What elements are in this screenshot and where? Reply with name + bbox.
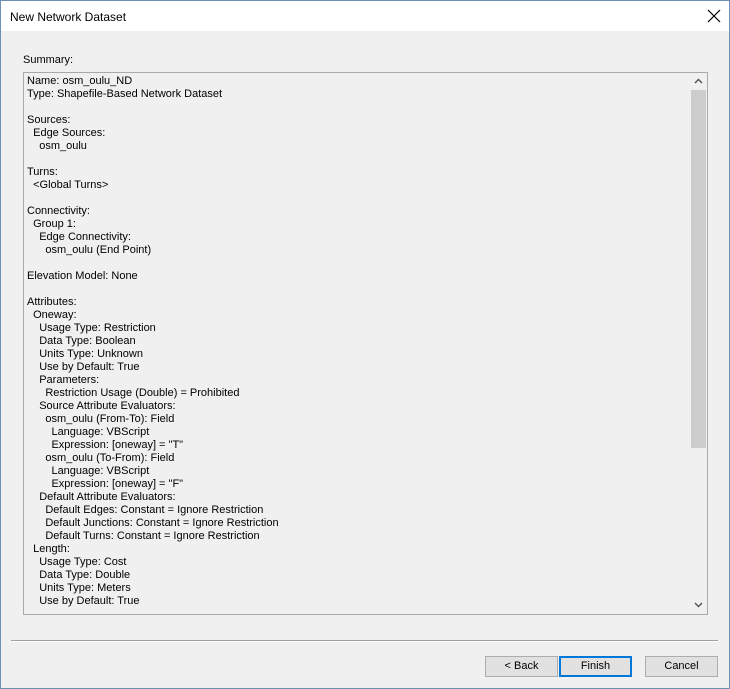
title-bar[interactable]: New Network Dataset xyxy=(1,1,729,31)
summary-line: osm_oulu (From-To): Field xyxy=(27,413,175,425)
summary-line: Edge Sources: xyxy=(27,127,106,139)
summary-text: Name: osm_oulu_ND Type: Shapefile-Based N… xyxy=(27,75,687,611)
summary-line: Attributes: xyxy=(27,296,77,308)
summary-line: Data Type: Boolean xyxy=(27,335,136,347)
summary-line: Source Attribute Evaluators: xyxy=(27,400,176,412)
summary-line: osm_oulu xyxy=(27,140,87,152)
summary-line: Restriction Usage (Double) = Prohibited xyxy=(27,387,240,399)
summary-line: Usage Type: Cost xyxy=(27,556,127,568)
summary-line: Edge Connectivity: xyxy=(27,231,131,243)
summary-line: Sources: xyxy=(27,114,71,126)
summary-line: <Global Turns> xyxy=(27,179,109,191)
summary-line: Group 1: xyxy=(27,218,76,230)
dialog-content: Summary: Name: osm_oulu_ND Type: Shapefil… xyxy=(1,31,729,688)
summary-line xyxy=(27,257,687,270)
scroll-up-button[interactable] xyxy=(690,73,707,90)
chevron-down-icon xyxy=(694,602,703,608)
summary-line: Units Type: Unknown xyxy=(27,348,143,360)
summary-line: Expression: [oneway] = "T" xyxy=(27,439,184,451)
summary-line: Data Type: Double xyxy=(27,569,131,581)
summary-line: Default Turns: Constant = Ignore Restric… xyxy=(27,530,260,542)
summary-line xyxy=(27,192,687,205)
summary-line: Name: osm_oulu_ND xyxy=(27,75,133,87)
summary-line xyxy=(27,283,687,296)
summary-label: Summary: xyxy=(23,54,74,66)
chevron-up-icon xyxy=(694,78,703,84)
summary-line: Expression: [oneway] = "F" xyxy=(27,478,184,490)
summary-line xyxy=(27,101,687,114)
back-button[interactable]: < Back xyxy=(485,656,558,677)
summary-line: Elevation Model: None xyxy=(27,270,138,282)
summary-line: Usage Type: Restriction xyxy=(27,322,156,334)
finish-button[interactable]: Finish xyxy=(559,656,632,677)
summary-line: Language: VBScript xyxy=(27,426,150,438)
dialog-title: New Network Dataset xyxy=(10,10,127,24)
scroll-down-button[interactable] xyxy=(690,597,707,614)
summary-line: Parameters: xyxy=(27,374,100,386)
summary-line xyxy=(27,153,687,166)
summary-line: osm_oulu (End Point) xyxy=(27,244,152,256)
summary-line: Default Attribute Evaluators: xyxy=(27,491,176,503)
summary-line: Use by Default: True xyxy=(27,595,140,607)
scroll-thumb[interactable] xyxy=(691,90,706,448)
summary-line: Language: VBScript xyxy=(27,465,150,477)
summary-line: osm_oulu (To-From): Field xyxy=(27,452,175,464)
summary-line: Oneway: xyxy=(27,309,77,321)
summary-line: Default Edges: Constant = Ignore Restric… xyxy=(27,504,264,516)
summary-line: Type: Shapefile-Based Network Dataset xyxy=(27,88,223,100)
close-button[interactable] xyxy=(699,1,729,31)
summary-line: Turns: xyxy=(27,166,58,178)
summary-line: Use by Default: True xyxy=(27,361,140,373)
cancel-button[interactable]: Cancel xyxy=(645,656,718,677)
summary-textbox[interactable]: Name: osm_oulu_ND Type: Shapefile-Based N… xyxy=(23,72,708,615)
button-separator xyxy=(11,640,718,642)
new-network-dataset-dialog: New Network Dataset Summary: Name: osm_o… xyxy=(0,0,730,689)
summary-line: Length: xyxy=(27,543,70,555)
summary-line: Default Junctions: Constant = Ignore Res… xyxy=(27,517,279,529)
summary-line: Units Type: Meters xyxy=(27,582,131,594)
vertical-scrollbar[interactable] xyxy=(690,73,707,614)
close-icon xyxy=(707,9,721,23)
summary-line: Connectivity: xyxy=(27,205,90,217)
